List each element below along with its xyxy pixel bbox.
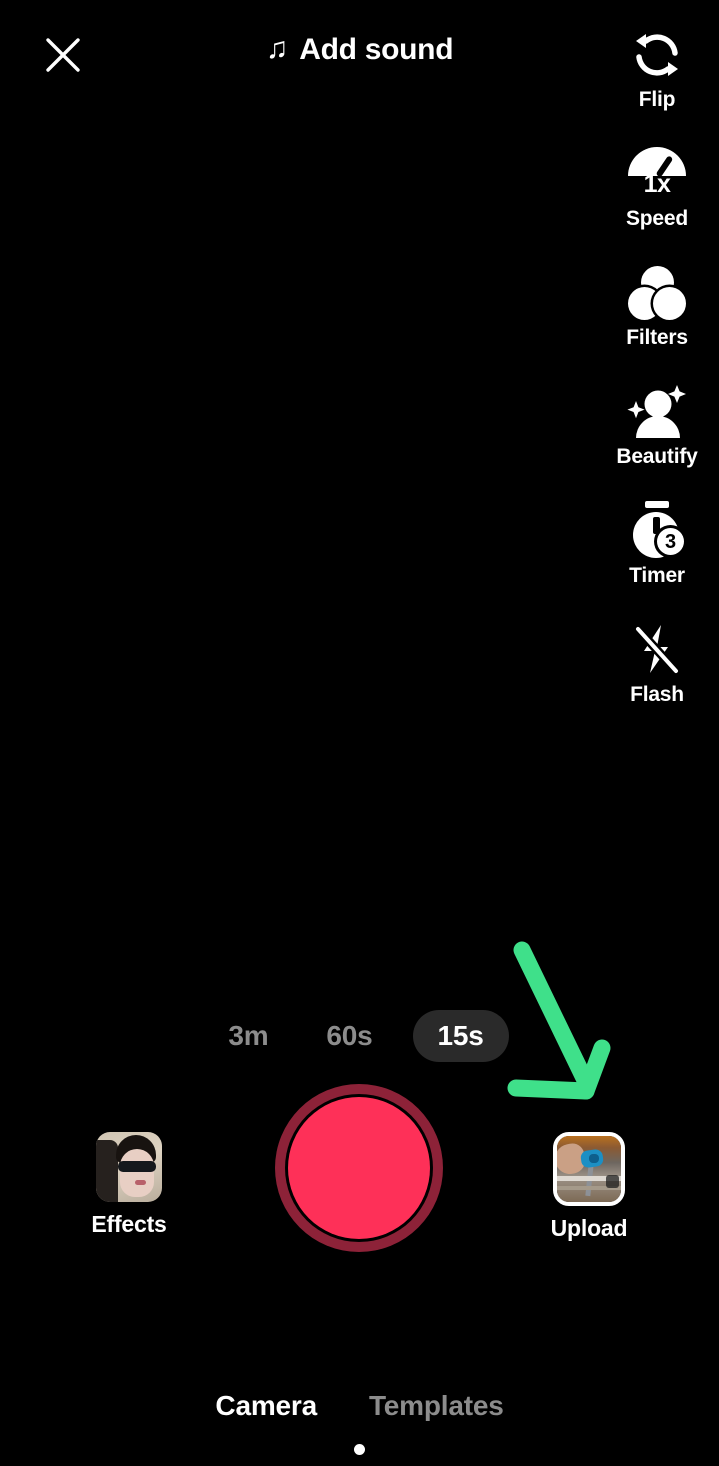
recording-duration-selector: 3m 60s 15s [0,1010,719,1062]
music-note-icon: ♫ [265,32,289,65]
timer-count-badge: 3 [657,528,684,555]
effects-label: Effects [91,1211,167,1237]
speedometer-icon: 1x [628,143,686,205]
sidebar-label-flash: Flash [630,683,684,706]
sidebar-label-beautify: Beautify [616,445,698,468]
effects-thumbnail [96,1132,162,1202]
upload-label: Upload [550,1215,628,1241]
duration-option-3m[interactable]: 3m [210,1010,286,1062]
sidebar-label-flip: Flip [638,88,676,111]
sidebar-item-beautify[interactable]: Beautify [595,381,719,500]
upload-button[interactable]: Upload [519,1132,659,1242]
sidebar-item-speed[interactable]: 1x Speed [595,143,719,262]
sidebar-item-filters[interactable]: Filters [595,262,719,381]
sidebar-label-filters: Filters [626,326,688,349]
record-button-inner [288,1097,430,1239]
add-sound-label: Add sound [299,33,454,66]
active-tab-indicator-dot [354,1444,365,1455]
beautify-sparkle-person-icon [625,381,689,443]
filters-circles-icon [628,262,686,324]
effects-button[interactable]: Effects [59,1132,199,1238]
sidebar-label-speed: Speed [625,207,689,230]
sidebar-label-timer: Timer [629,564,685,587]
sidebar-item-flip[interactable]: Flip [595,24,719,143]
tab-templates[interactable]: Templates [369,1390,504,1426]
record-button[interactable] [275,1084,443,1252]
camera-tools-sidebar: Flip 1x Speed Filters Beautify 3 Timer F… [595,24,719,738]
sidebar-item-flash[interactable]: Flash [595,619,719,738]
duration-option-60s[interactable]: 60s [308,1010,390,1062]
bottom-tab-bar: Camera Templates [0,1390,719,1426]
sidebar-item-timer[interactable]: 3 Timer [595,500,719,619]
upload-thumbnail [553,1132,625,1206]
camera-screen: ♫ Add sound Flip 1x Speed Filters Beauti… [0,0,719,1466]
flash-off-icon [628,619,686,681]
speed-value-badge: 1x [643,170,671,198]
tab-camera[interactable]: Camera [215,1390,317,1426]
duration-option-15s[interactable]: 15s [412,1010,509,1062]
flip-camera-icon [628,24,686,86]
stopwatch-icon: 3 [628,500,686,562]
